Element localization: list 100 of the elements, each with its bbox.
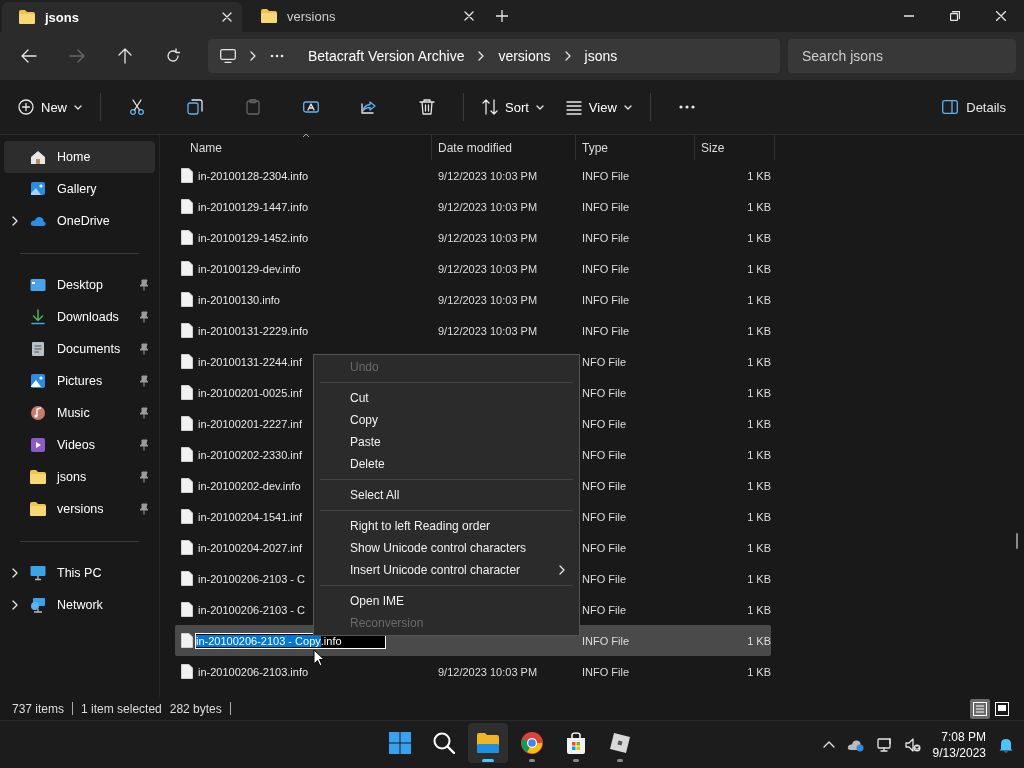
type-text: NFO File <box>582 355 626 368</box>
size-text: 1 KB <box>747 541 771 554</box>
chevron-icon[interactable] <box>12 568 18 578</box>
size-text: 1 KB <box>747 324 771 337</box>
sidebar-item[interactable]: Desktop <box>4 269 155 301</box>
scrollbar-thumb[interactable] <box>1016 533 1018 549</box>
menu-item[interactable]: Insert Unicode control character <box>314 559 579 581</box>
refresh-icon[interactable] <box>165 48 181 64</box>
file-name[interactable]: in-20100206-2103 - C <box>198 603 306 616</box>
sidebar-item[interactable]: OneDrive <box>4 205 155 237</box>
type-text: INFO File <box>582 262 630 275</box>
file-icon <box>181 633 193 648</box>
up-arrow-icon[interactable] <box>117 48 133 64</box>
close-icon[interactable] <box>996 11 1006 21</box>
sidebar-item[interactable]: jsons <box>4 461 155 493</box>
sidebar-item[interactable]: Network <box>4 589 155 621</box>
breadcrumb[interactable]: jsons <box>584 48 618 64</box>
file-name[interactable]: in-20100202-2330.inf <box>198 448 302 461</box>
chevron-icon[interactable] <box>12 216 18 226</box>
details-button[interactable]: Details <box>934 89 1014 125</box>
search-field[interactable]: Search jsons <box>788 39 1016 73</box>
plus-circle-icon <box>18 99 34 115</box>
file-name[interactable]: in-20100206-2103.info <box>198 665 309 678</box>
file-name[interactable]: in-20100204-2027.inf <box>198 541 302 554</box>
file-name[interactable]: in-20100129-1447.info <box>198 200 309 213</box>
file-icon <box>181 602 193 617</box>
chevron-icon <box>250 51 256 61</box>
date-text: 9/12/2023 10:03 PM <box>438 665 538 678</box>
file-name[interactable]: in-20100201-0025.inf <box>198 386 302 399</box>
view-toggle[interactable] <box>970 698 990 719</box>
sidebar-item[interactable]: This PC <box>4 557 155 589</box>
column-header[interactable]: Date modified <box>432 135 576 160</box>
sidebar-item[interactable]: Documents <box>4 333 155 365</box>
chevron-icon[interactable] <box>12 600 18 610</box>
chevron-up-icon[interactable] <box>822 741 835 748</box>
menu-item[interactable]: Show Unicode control characters <box>314 537 579 559</box>
pc-icon <box>30 565 46 581</box>
file-name[interactable]: in-20100206-2103 - C <box>198 572 306 585</box>
size-text: 1 KB <box>747 572 771 585</box>
sidebar-item[interactable]: Gallery <box>4 173 155 205</box>
breadcrumb[interactable]: Betacraft Version Archive <box>308 48 465 64</box>
file-name[interactable]: in-20100128-2304.info <box>198 169 309 182</box>
file-name[interactable]: in-20100202-dev.info <box>198 479 301 492</box>
plus-icon[interactable] <box>496 10 508 22</box>
clock-time[interactable]: 7:08 PM <box>941 728 986 745</box>
close-icon[interactable] <box>222 12 232 22</box>
address-bar[interactable]: Betacraft Version Archive versions jsons <box>208 39 780 73</box>
taskbar-app[interactable] <box>468 723 508 763</box>
file-name[interactable]: in-20100130.info <box>198 293 280 306</box>
menu-item[interactable]: Select All <box>314 484 579 506</box>
rename-icon <box>303 99 319 115</box>
file-name[interactable]: in-20100129-1452.info <box>198 231 309 244</box>
menu-item[interactable]: Paste <box>314 431 579 453</box>
restore-icon[interactable] <box>950 11 960 21</box>
sidebar-item[interactable]: Music <box>4 397 155 429</box>
type-text: INFO File <box>582 231 630 244</box>
sidebar-item[interactable]: Downloads <box>4 301 155 333</box>
column-header[interactable]: Name <box>175 135 432 160</box>
file-icon <box>181 447 193 462</box>
sort-button[interactable]: Sort <box>474 89 552 125</box>
trash-icon <box>419 99 435 115</box>
speaker-muted-icon[interactable] <box>904 736 921 753</box>
back-icon[interactable] <box>21 48 37 64</box>
file-icon <box>181 230 193 245</box>
forward-icon[interactable] <box>69 48 85 64</box>
start-icon <box>388 731 412 755</box>
menu-item[interactable]: Copy <box>314 409 579 431</box>
view-icon <box>565 99 582 115</box>
breadcrumb[interactable]: versions <box>498 48 551 64</box>
menu-item[interactable]: Open IME <box>314 590 579 612</box>
column-header[interactable]: Size <box>695 135 775 160</box>
network-icon[interactable] <box>876 736 893 753</box>
sidebar-item[interactable]: Pictures <box>4 365 155 397</box>
new-button[interactable]: New <box>10 89 90 125</box>
cloud-icon[interactable] <box>846 737 865 752</box>
close-icon[interactable] <box>464 11 474 21</box>
file-name[interactable]: in-20100201-2227.inf <box>198 417 302 430</box>
menu-item[interactable]: Delete <box>314 453 579 475</box>
sidebar-item[interactable]: Home <box>4 141 155 173</box>
file-name[interactable]: in-20100131-2244.inf <box>198 355 302 368</box>
type-text: INFO File <box>582 634 630 647</box>
tab[interactable]: jsons <box>2 2 242 32</box>
clock-date[interactable]: 9/13/2023 <box>932 744 986 761</box>
type-text: INFO File <box>582 324 630 337</box>
sort-icon <box>482 99 498 115</box>
type-text: INFO File <box>582 293 630 306</box>
tab[interactable]: versions <box>244 0 484 32</box>
file-icon <box>181 571 193 586</box>
sidebar-item[interactable]: Videos <box>4 429 155 461</box>
column-header[interactable]: Type <box>576 135 695 160</box>
menu-item[interactable]: Right to left Reading order <box>314 515 579 537</box>
file-name[interactable]: in-20100131-2229.info <box>198 324 309 337</box>
date-text: 9/12/2023 10:03 PM <box>438 169 538 182</box>
menu-item[interactable]: Cut <box>314 387 579 409</box>
bell-icon[interactable] <box>998 736 1014 753</box>
sidebar-item[interactable]: versions <box>4 493 155 525</box>
file-name[interactable]: in-20100204-1541.inf <box>198 510 302 523</box>
file-name[interactable]: in-20100129-dev.info <box>198 262 301 275</box>
more-icon[interactable] <box>270 54 284 58</box>
view-button[interactable]: View <box>557 89 640 125</box>
